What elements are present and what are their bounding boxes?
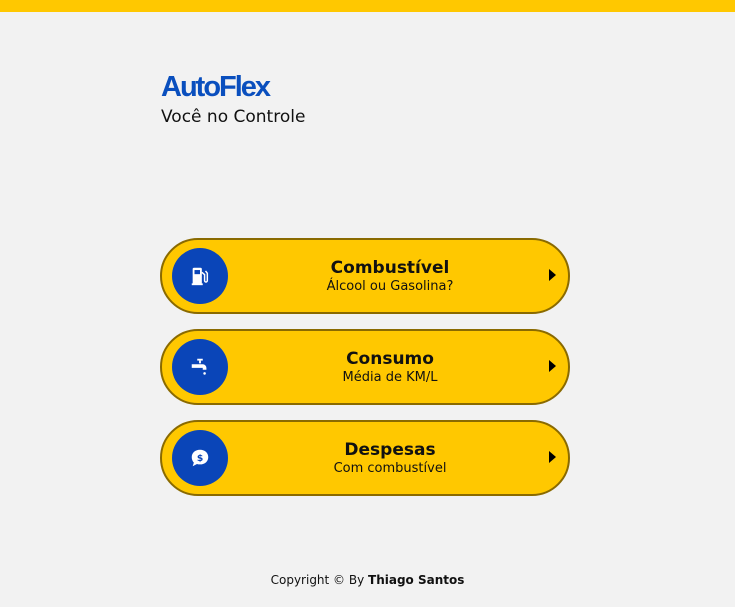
svg-text:$: $ — [197, 453, 203, 464]
app-tagline: Você no Controle — [161, 107, 306, 127]
menu-item-subtitle: Média de KM/L — [342, 370, 438, 385]
menu-item-text: Consumo Média de KM/L — [252, 349, 528, 387]
menu-item-combustivel[interactable]: Combustível Álcool ou Gasolina? — [160, 238, 570, 314]
menu-item-subtitle: Com combustível — [333, 461, 447, 476]
caret-right-icon — [549, 451, 556, 463]
caret-right-icon — [549, 360, 556, 372]
menu-item-text: Despesas Com combustível — [252, 440, 528, 478]
caret-right-icon — [549, 269, 556, 281]
faucet-icon — [172, 339, 228, 395]
menu-item-consumo[interactable]: Consumo Média de KM/L — [160, 329, 570, 405]
menu-item-subtitle: Álcool ou Gasolina? — [326, 279, 454, 294]
copyright-text: Copyright © By — [270, 573, 369, 587]
author-name: Thiago Santos — [368, 573, 465, 587]
main-menu: Combustível Álcool ou Gasolina? Consumo … — [160, 238, 570, 511]
money-chat-icon: $ — [172, 430, 228, 486]
menu-item-text: Combustível Álcool ou Gasolina? — [252, 258, 528, 296]
fuel-pump-icon — [172, 248, 228, 304]
menu-item-title: Combustível — [330, 258, 450, 278]
menu-item-title: Despesas — [344, 440, 436, 460]
app-logo-title: AutoFlex — [161, 71, 271, 103]
menu-item-despesas[interactable]: $ Despesas Com combustível — [160, 420, 570, 496]
brand-header: AutoFlex Você no Controle — [161, 70, 305, 128]
footer-copyright: Copyright © By Thiago Santos — [0, 573, 735, 587]
top-accent-bar — [0, 0, 735, 12]
menu-item-title: Consumo — [346, 349, 434, 369]
